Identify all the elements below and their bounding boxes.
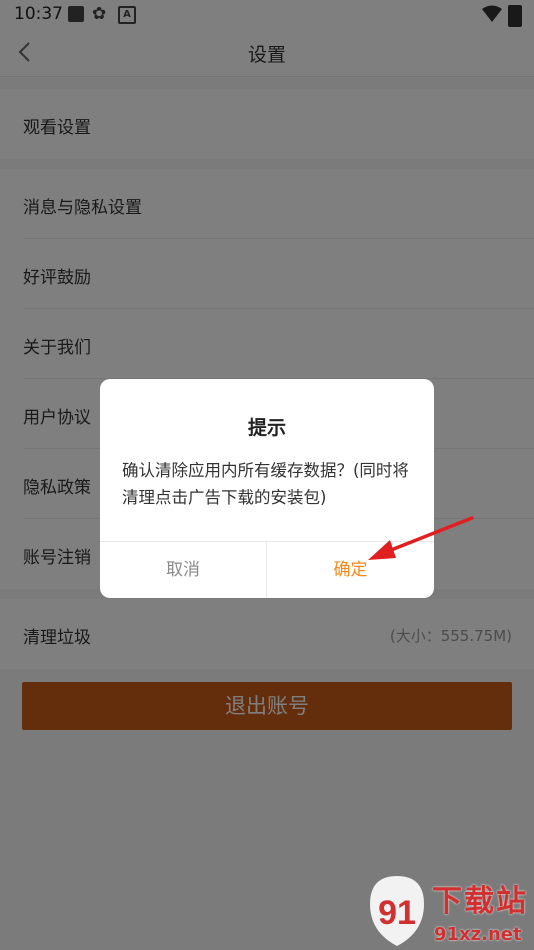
watermark: 91 下载站 91xz.net [364, 872, 534, 950]
svg-text:91: 91 [378, 894, 416, 932]
watermark-logo-icon: 91 [370, 876, 424, 946]
watermark-text-top: 下载站 [432, 884, 528, 919]
watermark-text-bottom: 91xz.net [434, 924, 522, 945]
dialog-cancel-button[interactable]: 取消 [100, 542, 266, 598]
dialog-message: 确认清除应用内所有缓存数据？(同时将清理点击广告下载的安装包) [122, 461, 409, 507]
dialog-title: 提示 [247, 417, 286, 439]
annotation-arrow-icon [368, 516, 474, 560]
